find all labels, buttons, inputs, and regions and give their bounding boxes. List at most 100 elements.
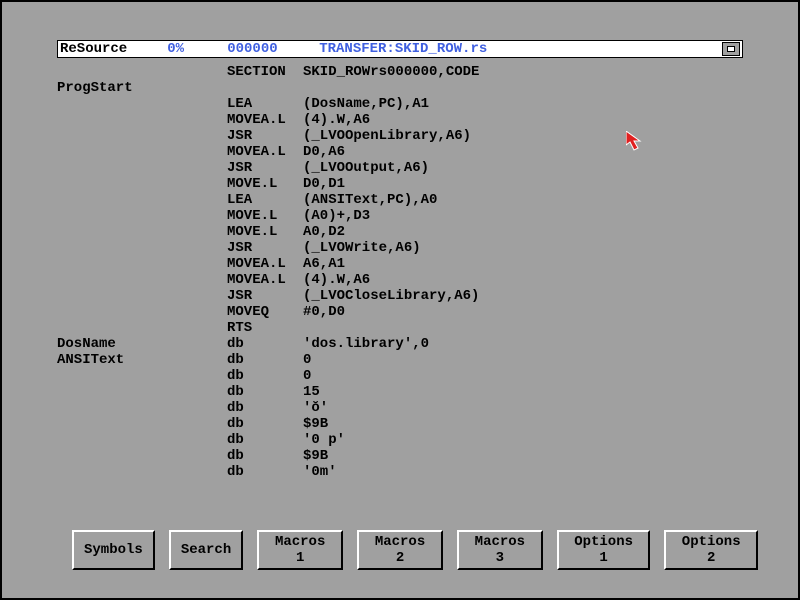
code-line: JSR(_LVOWrite,A6) [57, 240, 743, 256]
code-operands: SKID_ROWrs000000,CODE [303, 64, 743, 80]
address-display: 000000 [227, 41, 297, 57]
code-line: ANSITextdb0 [57, 352, 743, 368]
code-opcode: MOVE.L [227, 208, 303, 224]
code-operands: 0 [303, 352, 743, 368]
code-operands: $9B [303, 448, 743, 464]
code-operands [303, 320, 743, 336]
search-button[interactable]: Search [169, 530, 243, 570]
code-operands: (_LVOWrite,A6) [303, 240, 743, 256]
code-line: SECTIONSKID_ROWrs000000,CODE [57, 64, 743, 80]
code-label: DosName [57, 336, 227, 352]
code-line: db$9B [57, 448, 743, 464]
code-operands: A6,A1 [303, 256, 743, 272]
code-line: db'0 p' [57, 432, 743, 448]
code-line: MOVEA.L(4).W,A6 [57, 112, 743, 128]
code-label [57, 128, 227, 144]
code-operands: '0 p' [303, 432, 743, 448]
code-opcode: MOVE.L [227, 224, 303, 240]
code-line: db'ŏ' [57, 400, 743, 416]
code-label [57, 384, 227, 400]
symbols-button[interactable]: Symbols [72, 530, 155, 570]
code-opcode: MOVEA.L [227, 256, 303, 272]
code-line: db15 [57, 384, 743, 400]
code-opcode: MOVE.L [227, 176, 303, 192]
window-titlebar: ReSource 0% 000000 TRANSFER:SKID_ROW.rs [57, 40, 743, 58]
code-label [57, 256, 227, 272]
code-operands: 15 [303, 384, 743, 400]
code-opcode: db [227, 416, 303, 432]
code-opcode: db [227, 464, 303, 480]
code-opcode: LEA [227, 96, 303, 112]
code-line: JSR(_LVOOpenLibrary,A6) [57, 128, 743, 144]
code-label [57, 400, 227, 416]
code-line: RTS [57, 320, 743, 336]
code-opcode: JSR [227, 128, 303, 144]
code-line: MOVE.LA0,D2 [57, 224, 743, 240]
code-label: ProgStart [57, 80, 227, 96]
code-opcode: db [227, 352, 303, 368]
code-label [57, 112, 227, 128]
code-label [57, 144, 227, 160]
code-label [57, 272, 227, 288]
code-opcode: db [227, 368, 303, 384]
code-line: db'0m' [57, 464, 743, 480]
code-label [57, 176, 227, 192]
code-operands: (4).W,A6 [303, 272, 743, 288]
code-label [57, 224, 227, 240]
code-line: JSR(_LVOOutput,A6) [57, 160, 743, 176]
code-label [57, 288, 227, 304]
app-name: ReSource [60, 41, 127, 57]
code-operands: D0,A6 [303, 144, 743, 160]
code-operands: (DosName,PC),A1 [303, 96, 743, 112]
code-operands: (_LVOCloseLibrary,A6) [303, 288, 743, 304]
macros-1-button[interactable]: Macros 1 [257, 530, 343, 570]
code-line: DosNamedb'dos.library',0 [57, 336, 743, 352]
code-opcode: MOVEQ [227, 304, 303, 320]
code-operands: (A0)+,D3 [303, 208, 743, 224]
code-line: JSR(_LVOCloseLibrary,A6) [57, 288, 743, 304]
code-line: LEA(DosName,PC),A1 [57, 96, 743, 112]
code-label [57, 160, 227, 176]
code-line: MOVE.L(A0)+,D3 [57, 208, 743, 224]
macros-2-button[interactable]: Macros 2 [357, 530, 443, 570]
code-operands [303, 80, 743, 96]
options-1-button[interactable]: Options 1 [557, 530, 651, 570]
code-operands: $9B [303, 416, 743, 432]
code-opcode: JSR [227, 288, 303, 304]
code-operands: D0,D1 [303, 176, 743, 192]
code-line: MOVE.LD0,D1 [57, 176, 743, 192]
progress-percent: 0% [167, 41, 207, 57]
code-line: MOVEA.LA6,A1 [57, 256, 743, 272]
code-operands: 0 [303, 368, 743, 384]
code-operands: A0,D2 [303, 224, 743, 240]
code-opcode: JSR [227, 240, 303, 256]
code-opcode: RTS [227, 320, 303, 336]
code-label [57, 96, 227, 112]
code-operands: (_LVOOpenLibrary,A6) [303, 128, 743, 144]
code-label [57, 320, 227, 336]
code-opcode [227, 80, 303, 96]
depth-gadget-icon[interactable] [722, 42, 740, 56]
file-path: TRANSFER:SKID_ROW.rs [319, 41, 487, 57]
code-operands: #0,D0 [303, 304, 743, 320]
code-operands: 'dos.library',0 [303, 336, 743, 352]
code-opcode: MOVEA.L [227, 144, 303, 160]
code-line: ProgStart [57, 80, 743, 96]
code-label [57, 416, 227, 432]
button-bar: Symbols Search Macros 1 Macros 2 Macros … [72, 530, 758, 570]
macros-3-button[interactable]: Macros 3 [457, 530, 543, 570]
code-label [57, 64, 227, 80]
code-opcode: db [227, 448, 303, 464]
options-2-button[interactable]: Options 2 [664, 530, 758, 570]
code-operands: '0m' [303, 464, 743, 480]
code-label [57, 192, 227, 208]
code-opcode: db [227, 432, 303, 448]
code-opcode: MOVEA.L [227, 272, 303, 288]
code-opcode: SECTION [227, 64, 303, 80]
code-line: LEA(ANSIText,PC),A0 [57, 192, 743, 208]
code-opcode: db [227, 384, 303, 400]
disassembly-view: SECTIONSKID_ROWrs000000,CODEProgStartLEA… [57, 64, 743, 532]
code-label [57, 240, 227, 256]
code-opcode: LEA [227, 192, 303, 208]
code-label: ANSIText [57, 352, 227, 368]
